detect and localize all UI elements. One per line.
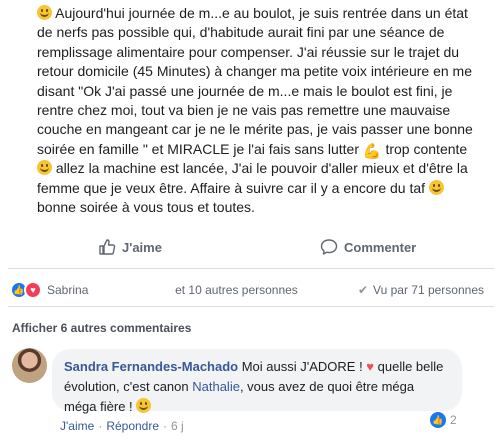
comment-like-link[interactable]: J'aime xyxy=(60,419,94,433)
separator: · xyxy=(163,419,168,433)
reactions-summary[interactable]: 👍 ♥ Sabrina et 10 autres personnes ✔ Vu … xyxy=(8,280,494,300)
comment-text-1: Moi aussi J'ADORE ! xyxy=(238,359,367,374)
reaction-icons: 👍 ♥ xyxy=(10,281,44,299)
comment-timestamp[interactable]: 6 j xyxy=(171,419,184,433)
reactors-text[interactable]: Sabrina et 10 autres personnes xyxy=(47,283,298,297)
post-actions-bar: J'aime Commenter xyxy=(0,232,502,266)
post-text-part-3: allez la machine est lancée, J'ai le pou… xyxy=(37,160,468,196)
comment-button-label: Commenter xyxy=(344,239,417,255)
post-text-part-2: trop contente xyxy=(381,140,468,157)
comment-actions: J'aime · Répondre · 6 j xyxy=(60,419,184,433)
post-text: Aujourd'hui journée de m...e au boulot, … xyxy=(37,4,477,217)
smile-emoji-icon xyxy=(37,5,52,20)
seen-by[interactable]: ✔ Vu par 71 personnes xyxy=(358,283,484,297)
comment-bubble: Sandra Fernandes-Machado Moi aussi J'ADO… xyxy=(52,349,462,414)
comment-like-count[interactable]: 👍 2 xyxy=(430,412,457,428)
redacted-name xyxy=(91,284,172,294)
seen-by-label: Vu par 71 personnes xyxy=(373,283,484,297)
checkmark-icon: ✔ xyxy=(357,283,369,297)
smile-emoji-icon xyxy=(428,179,444,195)
thumbs-up-icon xyxy=(99,239,116,255)
smile-emoji-icon xyxy=(37,160,52,176)
love-reaction-icon: ♥ xyxy=(24,281,42,299)
comment-button[interactable]: Commenter xyxy=(320,238,416,256)
flexed-biceps-emoji-icon: 💪 xyxy=(362,142,382,160)
divider xyxy=(8,268,494,269)
post-text-part-1: Aujourd'hui journée de m...e au boulot, … xyxy=(37,5,473,157)
heart-emoji-icon: ♥ xyxy=(366,359,375,374)
view-more-comments-link[interactable]: Afficher 6 autres commentaires xyxy=(12,321,191,335)
speech-bubble-icon xyxy=(320,239,338,255)
separator: · xyxy=(98,419,103,433)
like-button-label: J'aime xyxy=(122,239,162,255)
like-button[interactable]: J'aime xyxy=(98,238,162,256)
comment-author[interactable]: Sandra Fernandes-Machado xyxy=(64,359,238,374)
mention-link[interactable]: Nathalie xyxy=(192,379,240,394)
comment-like-count-value: 2 xyxy=(450,413,457,427)
reactor-name: Sabrina xyxy=(47,283,89,297)
comment-reply-link[interactable]: Répondre xyxy=(106,419,159,433)
like-reaction-icon: 👍 xyxy=(430,412,446,428)
avatar[interactable] xyxy=(12,348,47,383)
divider xyxy=(8,306,494,307)
reactors-others: et 10 autres personnes xyxy=(175,283,298,297)
smile-emoji-icon xyxy=(136,398,152,413)
post-text-part-4: bonne soirée à vous tous et toutes. xyxy=(37,199,255,216)
